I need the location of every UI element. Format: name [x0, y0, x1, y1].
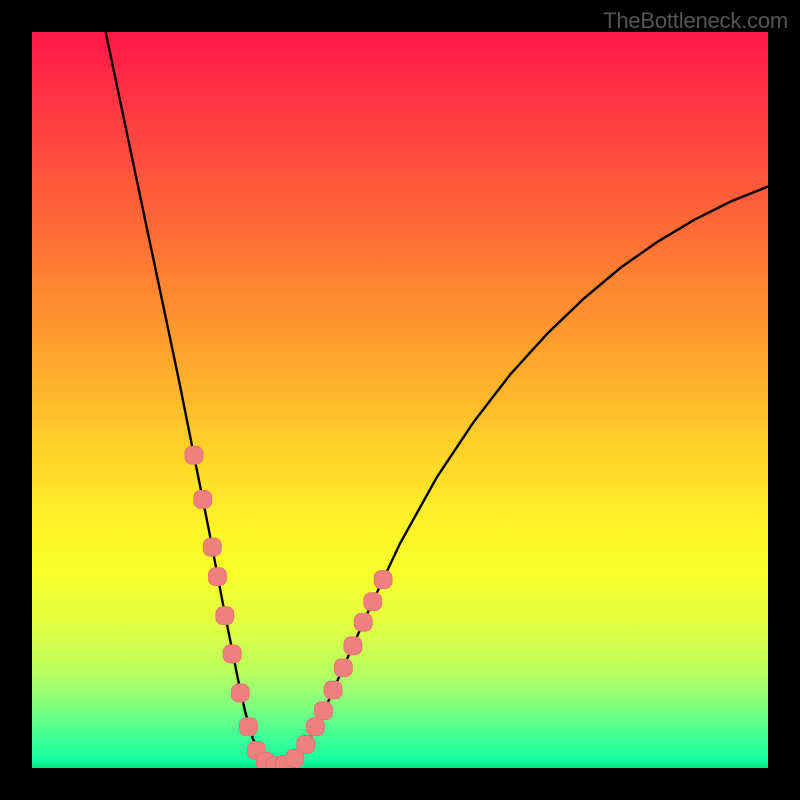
bottleneck-curve [106, 32, 768, 766]
curve-marker [314, 702, 332, 720]
curve-marker [364, 593, 382, 611]
curve-marker [334, 659, 352, 677]
curve-marker [324, 681, 342, 699]
curve-marker [306, 718, 324, 736]
curve-marker [223, 645, 241, 663]
attribution-text: TheBottleneck.com [603, 8, 788, 34]
curve-marker [354, 613, 372, 631]
chart-frame: TheBottleneck.com [0, 0, 800, 800]
plot-area [32, 32, 768, 768]
curve-marker [203, 538, 221, 556]
curve-marker [297, 735, 315, 753]
bottleneck-curve-svg [32, 32, 768, 768]
curve-marker [374, 571, 392, 589]
curve-marker [239, 718, 257, 736]
curve-marker [208, 568, 226, 586]
curve-markers [185, 446, 392, 768]
curve-marker [216, 607, 234, 625]
curve-marker [185, 446, 203, 464]
curve-marker [344, 637, 362, 655]
curve-marker [231, 684, 249, 702]
curve-marker [194, 490, 212, 508]
